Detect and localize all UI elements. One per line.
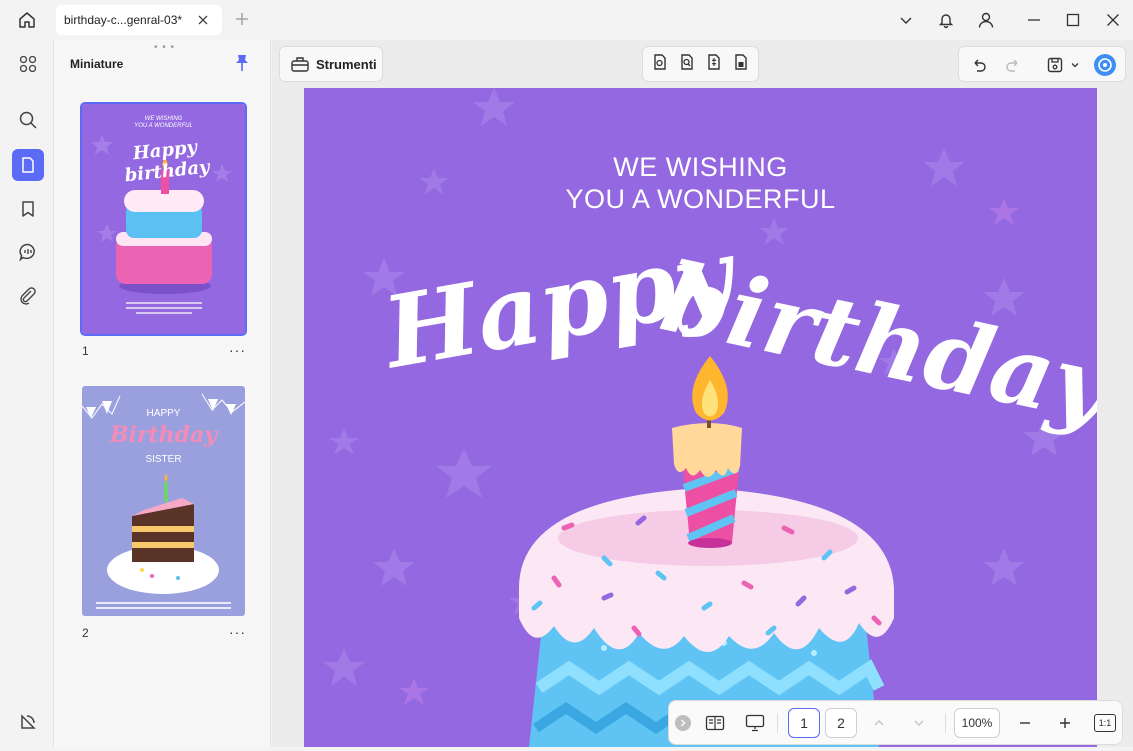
collapse-toolbar-icon[interactable] (675, 715, 691, 731)
toolbox-icon (291, 57, 309, 72)
thumb2-fineprint (96, 602, 231, 609)
thumb2-sister: SISTER (145, 454, 182, 465)
thumb1-fineprint (126, 302, 202, 314)
save-icon[interactable] (1045, 55, 1065, 75)
thumbnails-title: Miniature (70, 57, 124, 71)
bell-icon[interactable] (936, 10, 956, 30)
thumbnails-panel: • • • Miniature WE WISHING YOU A WONDERF… (53, 40, 271, 747)
apps-grid-icon[interactable] (12, 48, 44, 80)
thumbnails-page-icon[interactable] (12, 149, 44, 181)
undo-icon[interactable] (969, 55, 989, 75)
page-number-1: 1 (82, 344, 89, 358)
maximize-icon[interactable] (1063, 10, 1083, 30)
page-tools-group (642, 46, 759, 82)
thumb2-script: Birthday (109, 422, 218, 448)
page-number-2: 2 (82, 626, 89, 640)
document-page: WE WISHING YOU A WONDERFUL Happy birthda… (304, 88, 1097, 747)
chevron-down-icon[interactable] (896, 10, 916, 30)
compress-page-icon[interactable] (706, 53, 722, 76)
search-page-icon[interactable] (679, 53, 695, 76)
extract-page-icon[interactable] (733, 53, 749, 76)
redo-icon[interactable] (1003, 55, 1023, 75)
thumb1-line2: YOU A WONDERFUL (134, 123, 193, 129)
zoom-out-icon[interactable] (1015, 708, 1035, 738)
search-icon[interactable] (12, 104, 44, 136)
page-1-button[interactable]: 1 (788, 708, 820, 738)
thumb2-happy: HAPPY (146, 408, 181, 419)
wish-line-2: YOU A WONDERFUL (565, 184, 836, 214)
pin-icon[interactable] (234, 54, 250, 72)
tools-button[interactable]: Strumenti (279, 46, 383, 82)
tab-title: birthday-c...genral-03* (64, 13, 183, 27)
edit-actions-group (958, 46, 1126, 82)
comment-icon[interactable] (12, 236, 44, 268)
close-tab-icon[interactable] (196, 13, 210, 27)
save-options-chevron-icon[interactable] (1069, 55, 1081, 75)
page-1-more-button[interactable]: ··· (229, 342, 246, 358)
thumb1-line1: WE WISHING (144, 116, 183, 122)
bottom-toolbar: 1 2 100% 1:1 (668, 700, 1123, 745)
tools-label: Strumenti (316, 56, 377, 72)
new-tab-icon[interactable] (234, 11, 250, 27)
zoom-level[interactable]: 100% (954, 708, 1000, 738)
main-area: Strumenti WE WISHING YOU A WONDERFUL Hap… (272, 40, 1133, 747)
page-thumbnail-2[interactable]: HAPPY Birthday SISTER (82, 386, 245, 616)
page-2-more-button[interactable]: ··· (229, 624, 246, 640)
panel-grip[interactable]: • • • (154, 42, 175, 53)
page-2-button[interactable]: 2 (825, 708, 857, 738)
home-icon[interactable] (14, 8, 40, 32)
zoom-in-icon[interactable] (1055, 708, 1075, 738)
next-page-icon[interactable] (909, 708, 929, 738)
wish-line-1: WE WISHING (613, 152, 788, 182)
attachment-icon[interactable] (12, 280, 44, 312)
document-tab[interactable]: birthday-c...genral-03* (56, 5, 222, 35)
minimize-icon[interactable] (1024, 10, 1044, 30)
presentation-icon[interactable] (743, 708, 767, 738)
ai-assistant-icon[interactable] (1093, 53, 1117, 77)
left-rail (4, 40, 52, 747)
page-thumbnail-1[interactable]: WE WISHING YOU A WONDERFUL Happy birthda… (80, 102, 247, 336)
reading-mode-icon[interactable] (703, 708, 727, 738)
actual-size-button[interactable]: 1:1 (1094, 714, 1116, 732)
title-bar: birthday-c...genral-03* (0, 0, 1133, 40)
close-window-icon[interactable] (1103, 10, 1123, 30)
ocr-page-icon[interactable] (652, 53, 668, 76)
bookmark-icon[interactable] (12, 193, 44, 225)
user-icon[interactable] (976, 10, 996, 30)
app-logo-icon[interactable] (12, 706, 44, 738)
previous-page-icon[interactable] (869, 708, 889, 738)
